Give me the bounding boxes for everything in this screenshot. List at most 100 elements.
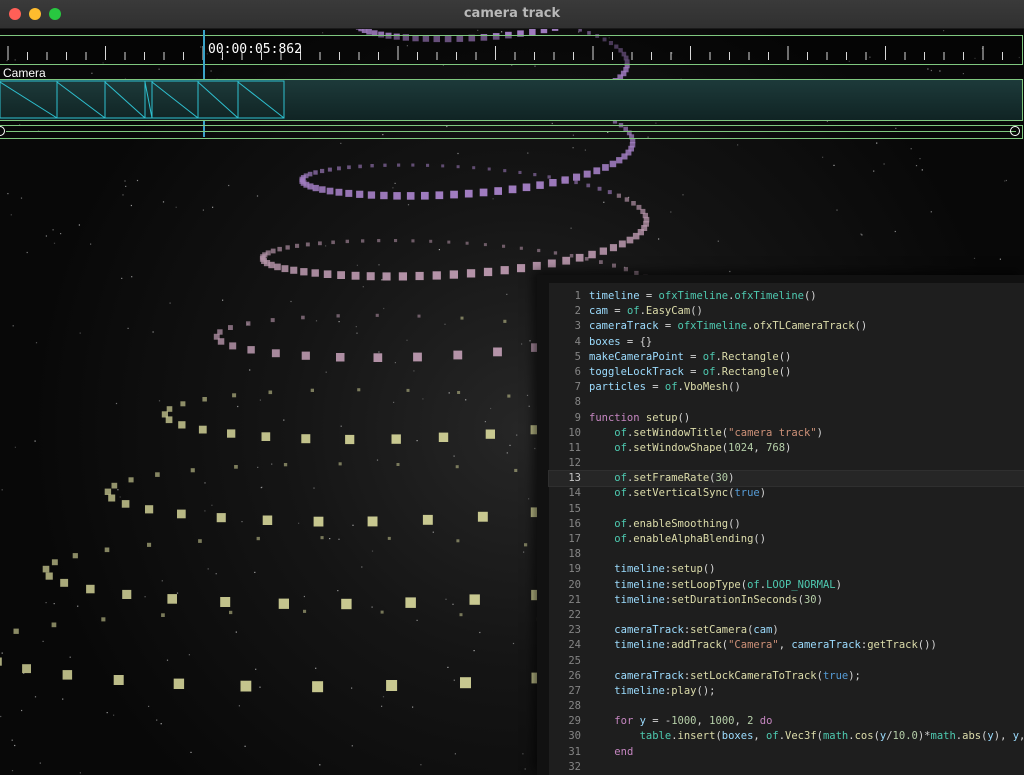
particle-box — [312, 184, 319, 192]
code-line[interactable]: 13 of.setFrameRate(30) — [548, 470, 1024, 488]
code-line[interactable]: 31 end — [549, 745, 1024, 760]
keyframe-ease-line — [0, 81, 58, 119]
code-line[interactable]: 22 — [549, 608, 1024, 623]
code-line[interactable]: 10 of.setWindowTitle("camera track") — [549, 426, 1024, 441]
zoom-handle-right[interactable] — [1010, 126, 1020, 136]
code-line[interactable]: 9 function setup() — [549, 411, 1024, 426]
code-line[interactable]: 27 timeline:play(); — [549, 684, 1024, 699]
particle-box — [310, 388, 314, 392]
particle-box — [227, 429, 236, 438]
star-dot — [340, 142, 342, 144]
code-line[interactable]: 5 makeCameraPoint = of.Rectangle() — [549, 350, 1024, 365]
particle-box — [453, 350, 463, 360]
line-number: 14 — [568, 487, 581, 500]
star-dot — [492, 198, 494, 200]
star-dot — [162, 201, 165, 203]
code-line[interactable]: 11 of.setWindowShape(1024, 768) — [549, 441, 1024, 456]
particle-box — [320, 168, 325, 174]
code-line[interactable]: 4 boxes = {} — [549, 335, 1024, 350]
camera-track-band[interactable] — [0, 79, 1023, 121]
code-line[interactable]: 3 cameraTrack = ofxTimeline.ofxTLCameraTr… — [549, 319, 1024, 334]
code-line[interactable]: 7 particles = of.VboMesh() — [549, 380, 1024, 395]
particle-box — [406, 388, 410, 392]
star-dot — [169, 302, 171, 304]
code-line[interactable]: 16 of.enableSmoothing() — [549, 517, 1024, 532]
star-dot — [204, 482, 206, 484]
line-text: toggleLockTrack = of.Rectangle() — [589, 365, 792, 378]
title-bar[interactable]: camera track — [0, 0, 1024, 29]
code-line[interactable]: 25 — [549, 654, 1024, 669]
particle-box — [345, 239, 349, 244]
line-text: timeline:setup() — [614, 563, 716, 576]
particle-box — [318, 241, 322, 246]
code-line[interactable]: 28 — [549, 699, 1024, 714]
star-dot — [355, 326, 357, 328]
line-number: 21 — [568, 593, 581, 606]
star-dot — [521, 343, 523, 345]
code-line[interactable]: 26 cameraTrack:setLockCameraToTrack(true… — [549, 669, 1024, 684]
code-line[interactable]: 1 timeline = ofxTimeline.ofxTimeline() — [549, 289, 1024, 304]
star-dot — [117, 489, 119, 491]
particle-box — [228, 325, 233, 330]
code-line[interactable]: 6 toggleLockTrack = of.Rectangle() — [549, 365, 1024, 380]
particle-box — [483, 243, 487, 247]
star-dot — [0, 715, 2, 718]
code-line[interactable]: 30 table.insert(boxes, of.Vec3f(math.cos… — [549, 729, 1024, 744]
star-dot — [509, 444, 511, 446]
line-number: 8 — [574, 396, 581, 409]
particle-box — [229, 610, 233, 615]
code-line[interactable]: 20 timeline:setLoopType(of.LOOP_NORMAL) — [549, 578, 1024, 593]
code-line[interactable]: 29 for y = -1000, 1000, 2 do — [549, 714, 1024, 729]
code-line[interactable]: 21 timeline:setDurationInSeconds(30) — [549, 593, 1024, 608]
particle-box — [435, 191, 444, 200]
particle-box — [111, 482, 118, 489]
code-line[interactable]: 23 cameraTrack:setCamera(cam) — [549, 623, 1024, 638]
line-text: for y = -1000, 1000, 2 do — [614, 715, 773, 728]
zoom-bar[interactable] — [0, 125, 1023, 139]
track-label: Camera — [3, 66, 46, 80]
line-text: timeline:play(); — [614, 684, 716, 697]
star-dot — [241, 521, 243, 523]
timeline-ticker[interactable]: 00:00:05:862 — [0, 30, 1023, 137]
particle-box — [104, 488, 112, 495]
star-dot — [717, 240, 719, 242]
line-text: cameraTrack = ofxTimeline.ofxTLCameraTra… — [589, 320, 868, 333]
star-dot — [528, 405, 530, 407]
star-dot — [1005, 179, 1007, 182]
code-line[interactable]: 19 timeline:setup() — [549, 562, 1024, 577]
code-editor[interactable]: 1 timeline = ofxTimeline.ofxTimeline() 2 ca… — [537, 275, 1024, 775]
particle-box — [449, 270, 458, 279]
particle-box — [616, 157, 623, 164]
star-dot — [69, 656, 71, 658]
particle-box — [167, 594, 177, 604]
code-line[interactable]: 15 — [549, 502, 1024, 517]
code-line[interactable]: 8 — [549, 395, 1024, 410]
code-line[interactable]: 17 of.enableAlphaBlending() — [549, 532, 1024, 547]
star-dot — [337, 590, 339, 592]
line-number: 18 — [568, 548, 581, 561]
code-line[interactable]: 18 — [549, 547, 1024, 562]
code-line[interactable]: 2 cam = of.EasyCam() — [549, 304, 1024, 319]
particle-box — [51, 622, 57, 628]
particle-box — [562, 256, 571, 265]
code-lines: 1 timeline = ofxTimeline.ofxTimeline() 2 ca… — [548, 289, 1024, 775]
star-dot — [283, 419, 285, 421]
particle-box — [367, 191, 376, 199]
particle-box — [319, 186, 326, 193]
particle-box — [575, 253, 584, 262]
star-dot — [78, 224, 80, 226]
code-line[interactable]: 24 timeline:addTrack("Camera", cameraTra… — [549, 638, 1024, 653]
code-line[interactable]: 12 — [549, 456, 1024, 471]
star-dot — [381, 279, 383, 281]
zoom-handle-left[interactable] — [0, 126, 5, 136]
star-dot — [512, 642, 515, 645]
star-dot — [438, 249, 440, 251]
code-line[interactable]: 14 of.setVerticalSync(true) — [549, 486, 1024, 501]
star-dot — [257, 466, 259, 468]
particle-box — [303, 609, 307, 613]
code-line[interactable]: 32 — [549, 760, 1024, 775]
particle-box — [380, 191, 388, 200]
particle-box — [394, 239, 398, 243]
star-dot — [921, 169, 923, 171]
particle-box — [553, 251, 558, 255]
